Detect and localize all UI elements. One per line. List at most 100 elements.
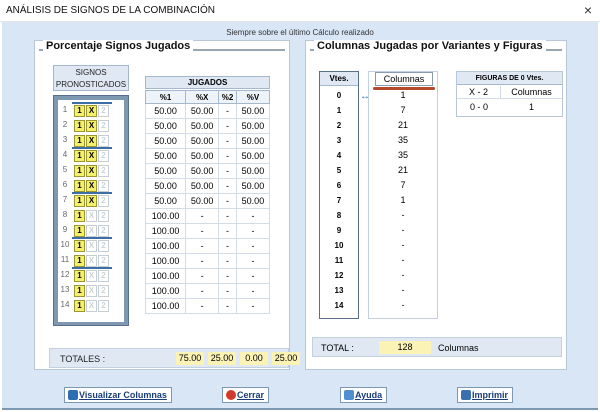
close-circle-icon	[226, 390, 236, 400]
sign-cell[interactable]: 2	[98, 225, 109, 237]
signos-row: 11X2	[58, 103, 124, 118]
sign-cell[interactable]: 1	[74, 285, 85, 297]
sign-cell[interactable]: X	[86, 300, 97, 312]
total-label: TOTAL :	[321, 343, 354, 353]
signos-grid: 1 1 X 2 2 1 X 2 3 1 X 2 4 1 X 2 5 1 X 2 6 1 X 2 7 1 X 2 8 1 X 2 9 1 X 2 10 1 X…	[53, 95, 129, 326]
sign-cell[interactable]: 1	[74, 210, 85, 222]
sign-cell[interactable]: 2	[98, 285, 109, 297]
signos-row-number: 3	[62, 135, 68, 144]
sign-cell[interactable]: 1	[74, 165, 85, 177]
variant-cell: 7	[336, 196, 342, 205]
sign-cell[interactable]: X	[86, 240, 97, 252]
sign-cell[interactable]: X	[86, 225, 97, 237]
figuras-box: FIGURAS DE 0 Vtes. X - 2 Columnas 0 - 0 …	[456, 71, 563, 117]
ayuda-button[interactable]: Ayuda	[340, 387, 388, 403]
variant-cell: 6	[336, 181, 342, 190]
sign-cell[interactable]: 2	[98, 270, 109, 282]
columnas-header[interactable]: Columnas	[375, 72, 433, 86]
signos-row: 71X2	[58, 193, 124, 208]
sign-cell[interactable]: X	[86, 120, 97, 132]
signos-row-number: 12	[60, 270, 70, 279]
total-pct-2: 0.00	[240, 352, 268, 365]
variant-cell: 2	[336, 121, 342, 130]
total-pct-1: 75.00	[176, 352, 204, 365]
columnas-cell: 7	[400, 180, 406, 190]
dialog-body: Siempre sobre el último Cálculo realizad…	[2, 22, 598, 410]
columnas-cell: -	[401, 285, 405, 295]
variant-cell: 1	[336, 106, 342, 115]
jugados-col-header: %V	[235, 90, 271, 104]
jugados-cell: 50.00	[185, 118, 220, 134]
signos-row-number: 10	[60, 240, 70, 249]
signos-row-number: 6	[62, 180, 68, 189]
table-row: 50.00 50.00-50.00	[144, 193, 271, 209]
sign-cell[interactable]: 2	[98, 195, 109, 207]
signos-row: 31X2	[58, 133, 124, 148]
printer-icon	[461, 390, 471, 400]
imprimir-button[interactable]: Imprimir	[457, 387, 514, 403]
visualizar-columnas-button[interactable]: Visualizar Columnas	[64, 387, 172, 403]
sign-cell[interactable]: 2	[98, 120, 109, 132]
columns-panel-title: Columnas Jugadas por Variantes y Figuras	[314, 40, 546, 52]
signos-row: 11 1 X 2	[58, 253, 124, 268]
sign-cell[interactable]: 1	[74, 180, 85, 192]
variant-cell: 11	[334, 256, 344, 265]
sign-cell[interactable]: 2	[98, 180, 109, 192]
sign-cell[interactable]: 2	[98, 165, 109, 177]
jugados-col-header: %2	[218, 90, 237, 104]
jugados-cell: -	[185, 268, 220, 284]
sign-cell[interactable]: 2	[98, 105, 109, 117]
signos-row-number: 5	[62, 165, 68, 174]
sign-cell[interactable]: X	[86, 165, 97, 177]
sign-cell[interactable]: 1	[74, 150, 85, 162]
sign-cell[interactable]: X	[86, 180, 97, 192]
jugados-cell: 50.00	[185, 193, 220, 209]
sign-cell[interactable]: X	[86, 195, 97, 207]
sign-cell[interactable]: 1	[74, 120, 85, 132]
sign-cell[interactable]: 2	[98, 135, 109, 147]
sign-cell[interactable]: 1	[74, 255, 85, 267]
sign-cell[interactable]: X	[86, 255, 97, 267]
signos-grid-inner: 1 1 X 2 2 1 X 2 3 1 X 2 4 1 X 2 5 1 X 2 6 1 X 2 7 1 X 2 8 1 X 2 9 1 X 2 10 1 X…	[58, 100, 124, 322]
signos-row-number: 11	[60, 255, 70, 264]
total-bar: TOTAL : 128 Columnas	[312, 337, 562, 357]
sign-cell[interactable]: X	[86, 285, 97, 297]
sign-cell[interactable]: 2	[98, 240, 109, 252]
close-icon[interactable]: ×	[584, 2, 592, 18]
columnas-cell: -	[401, 255, 405, 265]
jugados-cell: -	[185, 253, 220, 269]
sign-cell[interactable]: 1	[74, 225, 85, 237]
ayuda-label: Ayuda	[355, 390, 383, 400]
signos-row-number: 14	[60, 300, 70, 309]
sign-cell[interactable]: X	[86, 150, 97, 162]
sign-cell[interactable]: 2	[98, 150, 109, 162]
jugados-header-row: %1 %X %2 %V	[144, 90, 271, 104]
jugados-cell: 50.00	[144, 118, 187, 134]
variant-cell: 10	[334, 241, 344, 250]
jugados-cell: -	[218, 178, 237, 194]
signos-row-number: 8	[62, 210, 68, 219]
totales-bar: TOTALES : 75.00 25.00 0.00 25.00	[49, 348, 300, 368]
signos-group-separator	[72, 102, 112, 104]
sign-cell[interactable]: 1	[74, 105, 85, 117]
sign-cell[interactable]: X	[86, 270, 97, 282]
signos-row: 51X2	[58, 163, 124, 178]
figuras-col1-header: X - 2	[457, 86, 501, 99]
sign-cell[interactable]: 2	[98, 300, 109, 312]
sign-cell[interactable]: 1	[74, 195, 85, 207]
sign-cell[interactable]: 2	[98, 255, 109, 267]
signos-row-number: 7	[62, 195, 68, 204]
sign-cell[interactable]: 1	[74, 300, 85, 312]
sign-cell[interactable]: 2	[98, 210, 109, 222]
signos-row: 91X2	[58, 223, 124, 238]
sign-cell[interactable]: 1	[74, 135, 85, 147]
sign-cell[interactable]: X	[86, 135, 97, 147]
signos-row-number: 1	[62, 105, 68, 114]
sign-cell[interactable]: 1	[74, 240, 85, 252]
sign-cell[interactable]: X	[86, 105, 97, 117]
sign-cell[interactable]: 1	[74, 270, 85, 282]
jugados-cell: -	[235, 208, 271, 224]
cerrar-button[interactable]: Cerrar	[222, 387, 270, 403]
sign-cell[interactable]: X	[86, 210, 97, 222]
signos-row: 21X2	[58, 118, 124, 133]
